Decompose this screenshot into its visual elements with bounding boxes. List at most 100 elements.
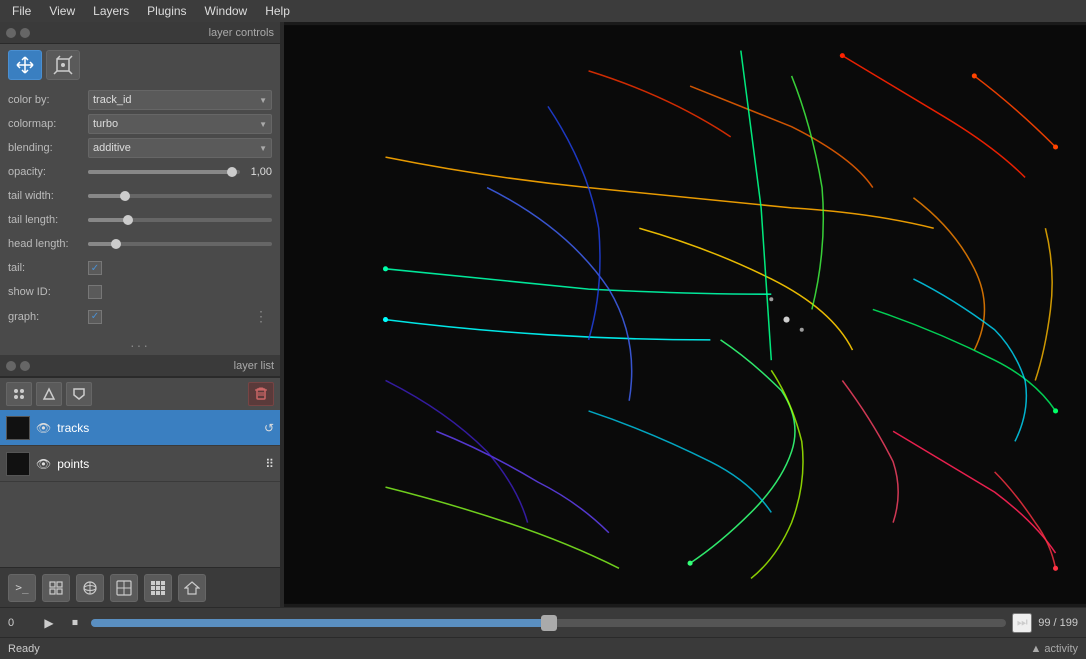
layer-list-toolbar: [0, 377, 280, 410]
grid-view-btn[interactable]: [144, 574, 172, 602]
play-button[interactable]: ▶: [39, 613, 59, 633]
opacity-label: opacity:: [8, 166, 88, 178]
graph-row: graph: ⋮: [8, 306, 272, 327]
console-btn[interactable]: >_: [8, 574, 36, 602]
layer-list-header: layer list: [0, 355, 280, 377]
chevron-down-icon: ▼: [259, 96, 267, 105]
show-id-label: show ID:: [8, 286, 88, 298]
header-left: [6, 28, 30, 38]
canvas-area[interactable]: [284, 22, 1086, 607]
tracks-thumbnail: [6, 416, 30, 440]
color-by-dropdown[interactable]: track_id ▼: [88, 90, 272, 110]
left-panel: layer controls color by:: [0, 22, 280, 607]
playback-bar: 0 ▶ ⏹ ⏭ 99 / 199: [0, 607, 1086, 637]
layer-list-section: layer list: [0, 355, 280, 567]
show-id-checkbox[interactable]: [88, 285, 102, 299]
graph-label: graph:: [8, 311, 88, 323]
settings2-icon: [20, 361, 30, 371]
blending-label: blending:: [8, 142, 88, 154]
blending-value: additive ▼: [88, 138, 272, 158]
opacity-row: opacity: 1,00: [8, 162, 272, 182]
timeline-thumb[interactable]: [541, 615, 557, 631]
new-labels-btn[interactable]: [66, 382, 92, 406]
tail-checkbox[interactable]: [88, 261, 102, 275]
layer-items: 👁 tracks ↺ 👁 points ⠿: [0, 410, 280, 567]
frame-counter: 99 / 199: [1038, 617, 1078, 629]
grid2-btn[interactable]: [42, 574, 70, 602]
main-area: layer controls color by:: [0, 22, 1086, 607]
tail-length-slider-container: [88, 218, 272, 222]
control-toolbar: [0, 44, 280, 86]
tail-row: tail:: [8, 258, 272, 278]
track-visualization: [284, 22, 1086, 607]
colormap-value: turbo ▼: [88, 114, 272, 134]
menu-file[interactable]: File: [4, 2, 39, 20]
tracks-visibility-icon[interactable]: 👁: [36, 421, 51, 435]
opacity-slider-container: 1,00: [88, 166, 272, 178]
move-tool-btn[interactable]: [8, 50, 42, 80]
tail-length-slider[interactable]: [88, 218, 272, 222]
more-dots: ···: [0, 335, 280, 355]
status-bar: Ready ▲ activity: [0, 637, 1086, 659]
pin2-icon: [6, 361, 16, 371]
tail-width-label: tail width:: [8, 190, 88, 202]
points-layer-icon: ⠿: [265, 457, 274, 471]
new-points-btn[interactable]: [6, 382, 32, 406]
menu-view[interactable]: View: [41, 2, 83, 20]
menu-layers[interactable]: Layers: [85, 2, 137, 20]
head-length-slider-container: [88, 242, 272, 246]
graph-checkbox[interactable]: [88, 310, 102, 324]
split-view-btn[interactable]: [110, 574, 138, 602]
tail-width-slider-container: [88, 194, 272, 198]
chevron-down-icon: ▼: [259, 120, 267, 129]
layer-list-header-left: [6, 361, 30, 371]
controls-grid: color by: track_id ▼ colormap: turbo ▼: [0, 86, 280, 335]
opacity-value: 1,00: [244, 166, 272, 178]
head-length-label: head length:: [8, 238, 88, 250]
tail-length-label: tail length:: [8, 214, 88, 226]
tail-width-slider[interactable]: [88, 194, 272, 198]
head-length-slider[interactable]: [88, 242, 272, 246]
start-frame: 0: [8, 617, 33, 629]
layer-item-points[interactable]: 👁 points ⠿: [0, 446, 280, 482]
transform-tool-btn[interactable]: [46, 50, 80, 80]
blending-row: blending: additive ▼: [8, 138, 272, 158]
settings-icon: [20, 28, 30, 38]
end-button[interactable]: ⏭: [1012, 613, 1032, 633]
points-layer-name: points: [57, 457, 259, 471]
blending-dropdown[interactable]: additive ▼: [88, 138, 272, 158]
points-thumbnail: [6, 452, 30, 476]
new-shapes-btn[interactable]: [36, 382, 62, 406]
stop-button[interactable]: ⏹: [65, 613, 85, 633]
layer-item-tracks[interactable]: 👁 tracks ↺: [0, 410, 280, 446]
pin-icon: [6, 28, 16, 38]
colormap-dropdown[interactable]: turbo ▼: [88, 114, 272, 134]
menu-window[interactable]: Window: [197, 2, 256, 20]
show-id-row: show ID:: [8, 282, 272, 302]
color-by-row: color by: track_id ▼: [8, 90, 272, 110]
tail-width-row: tail width:: [8, 186, 272, 206]
3d-view-btn[interactable]: [76, 574, 104, 602]
chevron-down-icon: ▼: [259, 144, 267, 153]
bottom-toolbar: >_: [0, 567, 280, 607]
color-by-value: track_id ▼: [88, 90, 272, 110]
points-visibility-icon[interactable]: 👁: [36, 457, 51, 471]
activity-button[interactable]: ▲ activity: [1030, 643, 1078, 655]
home-btn[interactable]: [178, 574, 206, 602]
delete-layer-btn[interactable]: [248, 382, 274, 406]
timeline-track[interactable]: [91, 619, 1006, 627]
more-options-btn[interactable]: ⋮: [250, 306, 272, 327]
timeline-progress: [91, 619, 549, 627]
menu-plugins[interactable]: Plugins: [139, 2, 194, 20]
color-by-label: color by:: [8, 94, 88, 106]
show-id-checkbox-container: [88, 285, 102, 299]
colormap-row: colormap: turbo ▼: [8, 114, 272, 134]
head-length-row: head length:: [8, 234, 272, 254]
tail-checkbox-container: [88, 261, 102, 275]
colormap-label: colormap:: [8, 118, 88, 130]
menubar: File View Layers Plugins Window Help: [0, 0, 1086, 22]
tracks-layer-name: tracks: [57, 421, 258, 435]
status-text: Ready: [8, 643, 40, 655]
opacity-slider[interactable]: [88, 170, 240, 174]
menu-help[interactable]: Help: [257, 2, 298, 20]
